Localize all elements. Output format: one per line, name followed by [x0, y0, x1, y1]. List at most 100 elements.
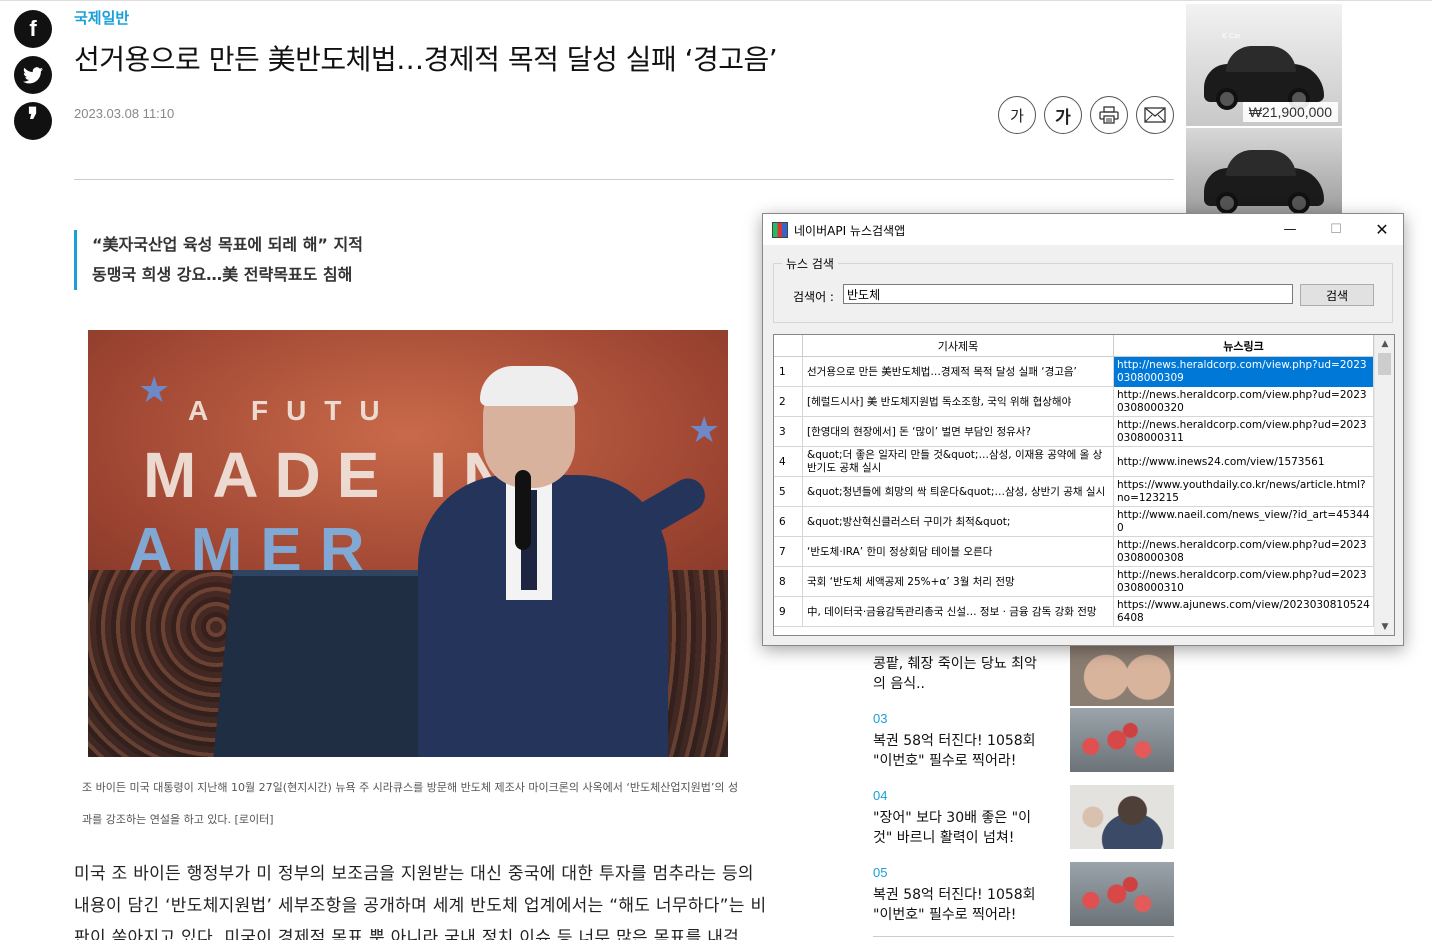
wheel [1216, 192, 1238, 214]
facebook-share-icon[interactable]: f [14, 10, 52, 48]
ranking-item[interactable]: 04 "장어" 보다 30배 좋은 "이것" 바르니 활력이 넘쳐! [873, 785, 1174, 849]
ranking-item[interactable]: 03 복권 58억 터진다! 1058회 "이번호" 필수로 찍어라! [873, 708, 1174, 772]
article-date: 2023.03.08 11:10 [74, 106, 175, 121]
table-row[interactable]: 6 &quot;방산혁신클러스터 구미가 최적&quot; http://www.n… [774, 507, 1374, 537]
car-ad[interactable]: K Car ₩21,900,000 [1186, 4, 1342, 126]
results-grid[interactable]: 기사제목 뉴스링크 1 선거용으로 만든 美반도체법…경제적 목적 달성 실패 ‘… [773, 334, 1395, 636]
article-photo[interactable]: ★ ★ A FUTU MADE IN AMER [88, 330, 728, 757]
news-link-cell[interactable]: http://news.heraldcorp.com/view.php?ud=2… [1114, 357, 1374, 387]
article-headline: 선거용으로 만든 美반도체법…경제적 목적 달성 실패 ‘경고음’ [74, 43, 778, 76]
article-category[interactable]: 국제일반 [74, 7, 129, 28]
article-title-cell[interactable]: [헤럴드시사] 美 반도체지원법 독소조항, 국익 위해 협상해야 [803, 387, 1114, 417]
table-row[interactable]: 4 &quot;더 좋은 일자리 만들 것&quot;…삼성, 이재용 공약에 올… [774, 447, 1374, 477]
grid-header: 기사제목 뉴스링크 [774, 335, 1374, 357]
row-index[interactable]: 5 [774, 477, 803, 507]
ranking-divider [873, 936, 1174, 937]
photo-banner-text: A FUTU [188, 395, 398, 426]
font-decrease-button[interactable]: 가 [998, 96, 1036, 134]
car-ad[interactable] [1186, 128, 1342, 218]
groupbox-label: 뉴스 검색 [782, 255, 838, 272]
news-link-cell[interactable]: http://news.heraldcorp.com/view.php?ud=2… [1114, 387, 1374, 417]
summary-line: 동맹국 희생 강요…美 전략목표도 침해 [92, 265, 353, 284]
table-row[interactable]: 5 &quot;청년들에 희망의 싹 틔운다&quot;…삼성, 상반기 공채 실… [774, 477, 1374, 507]
scroll-thumb[interactable] [1378, 353, 1391, 375]
print-button[interactable] [1090, 96, 1128, 134]
news-link-cell[interactable]: http://news.heraldcorp.com/view.php?ud=2… [1114, 417, 1374, 447]
table-row[interactable]: 3 [한영대의 현장에서] 돈 ‘많이’ 벌면 부담인 정유사? http://ne… [774, 417, 1374, 447]
article-body: 미국 조 바이든 행정부가 미 정부의 보조금을 지원받는 대신 중국에 대한 … [74, 864, 767, 940]
ranking-item[interactable]: 05 복권 58억 터진다! 1058회 "이번호" 필수로 찍어라! [873, 862, 1174, 926]
twitter-share-icon[interactable] [14, 56, 52, 94]
article-title-cell[interactable]: &quot;방산혁신클러스터 구미가 최적&quot; [803, 507, 1114, 537]
header-divider [74, 179, 1174, 180]
article-title-cell[interactable]: 국회 ‘반도체 세액공제 25%+α’ 3월 처리 전망 [803, 567, 1114, 597]
photo-podium [213, 570, 443, 757]
news-link-cell[interactable]: https://www.youthdaily.co.kr/news/articl… [1114, 477, 1374, 507]
search-label: 검색어 : [793, 290, 834, 304]
row-index[interactable]: 6 [774, 507, 803, 537]
article-title-cell[interactable]: 선거용으로 만든 美반도체법…경제적 목적 달성 실패 ‘경고음’ [803, 357, 1114, 387]
wheel [1288, 192, 1310, 214]
article-title-cell[interactable]: &quot;더 좋은 일자리 만들 것&quot;…삼성, 이재용 공약에 올 … [803, 447, 1114, 477]
row-index[interactable]: 7 [774, 537, 803, 567]
rank-thumbnail[interactable] [1070, 642, 1174, 706]
grid-scrollbar[interactable]: ▲ ▼ [1374, 335, 1394, 635]
news-link-cell[interactable]: http://news.heraldcorp.com/view.php?ud=2… [1114, 537, 1374, 567]
article-title-cell[interactable]: [한영대의 현장에서] 돈 ‘많이’ 벌면 부담인 정유사? [803, 417, 1114, 447]
rank-thumbnail[interactable] [1070, 862, 1174, 926]
minimize-button[interactable]: — [1267, 214, 1313, 245]
mail-icon [1144, 107, 1166, 123]
dialog-title: 네이버API 뉴스검색앱 [794, 224, 906, 238]
summary-line: “美자국산업 육성 목표에 되레 해” 지적 [92, 235, 363, 254]
scroll-up-icon[interactable]: ▲ [1375, 335, 1394, 352]
column-header-link[interactable]: 뉴스링크 [1114, 335, 1374, 357]
rank-title[interactable]: "장어" 보다 30배 좋은 "이것" 바르니 활력이 넘쳐! [873, 808, 1048, 848]
rank-title[interactable]: 복권 58억 터진다! 1058회 "이번호" 필수로 찍어라! [873, 885, 1048, 925]
news-search-dialog[interactable]: 네이버API 뉴스검색앱 — ☐ ✕ 뉴스 검색 검색어 : 반도체 검색 기사… [762, 213, 1404, 646]
rank-thumbnail[interactable] [1070, 785, 1174, 849]
table-row[interactable]: 9 中, 데이터국·금융감독관리총국 신설… 정보 · 금융 감독 강화 전망 ht… [774, 597, 1374, 627]
column-header-title[interactable]: 기사제목 [803, 335, 1114, 357]
print-icon [1099, 106, 1119, 124]
row-index[interactable]: 2 [774, 387, 803, 417]
row-index[interactable]: 4 [774, 447, 803, 477]
search-button[interactable]: 검색 [1300, 284, 1374, 306]
scroll-down-icon[interactable]: ▼ [1375, 618, 1394, 635]
rank-thumbnail[interactable] [1070, 708, 1174, 772]
article-summary: “美자국산업 육성 목표에 되레 해” 지적 동맹국 희생 강요…美 전략목표도… [74, 230, 363, 290]
ad-brand-tag: K Car [1222, 32, 1241, 40]
row-index[interactable]: 8 [774, 567, 803, 597]
table-row[interactable]: 8 국회 ‘반도체 세액공제 25%+α’ 3월 처리 전망 http://news… [774, 567, 1374, 597]
ad-price: ₩21,900,000 [1242, 102, 1338, 122]
wheel [1216, 88, 1238, 110]
font-increase-button[interactable]: 가 [1044, 96, 1082, 134]
close-button[interactable]: ✕ [1359, 214, 1405, 245]
column-header-index[interactable] [774, 335, 803, 357]
car-image [1204, 46, 1324, 110]
dialog-titlebar[interactable]: 네이버API 뉴스검색앱 — ☐ ✕ [763, 214, 1403, 245]
row-index[interactable]: 9 [774, 597, 803, 627]
search-input[interactable]: 반도체 [843, 284, 1293, 304]
photo-microphone [515, 470, 531, 550]
news-link-cell[interactable]: https://www.ajunews.com/view/20230308105… [1114, 597, 1374, 627]
row-index[interactable]: 1 [774, 357, 803, 387]
article-title-cell[interactable]: 中, 데이터국·금융감독관리총국 신설… 정보 · 금융 감독 강화 전망 [803, 597, 1114, 627]
car-image [1204, 150, 1324, 214]
news-link-cell[interactable]: http://www.inews24.com/view/1573561 [1114, 447, 1374, 477]
article-title-cell[interactable]: &quot;청년들에 희망의 싹 틔운다&quot;…삼성, 상반기 공채 실시 [803, 477, 1114, 507]
star-decoration: ★ [138, 370, 171, 411]
comment-share-icon[interactable]: ❜ [14, 102, 52, 140]
star-decoration: ★ [688, 410, 721, 451]
app-icon [772, 222, 788, 238]
table-row[interactable]: 2 [헤럴드시사] 美 반도체지원법 독소조항, 국익 위해 협상해야 http:/… [774, 387, 1374, 417]
table-row[interactable]: 1 선거용으로 만든 美반도체법…경제적 목적 달성 실패 ‘경고음’ http:/… [774, 357, 1374, 387]
table-row[interactable]: 7 ‘반도체·IRA’ 한미 정상회담 테이블 오른다 http://news.he… [774, 537, 1374, 567]
news-link-cell[interactable]: http://news.heraldcorp.com/view.php?ud=2… [1114, 567, 1374, 597]
maximize-button[interactable]: ☐ [1313, 214, 1359, 245]
article-title-cell[interactable]: ‘반도체·IRA’ 한미 정상회담 테이블 오른다 [803, 537, 1114, 567]
row-index[interactable]: 3 [774, 417, 803, 447]
rank-title[interactable]: 복권 58억 터진다! 1058회 "이번호" 필수로 찍어라! [873, 731, 1048, 771]
rank-title[interactable]: 콩팥, 췌장 죽이는 당뇨 최악의 음식.. [873, 654, 1048, 694]
email-button[interactable] [1136, 96, 1174, 134]
news-link-cell[interactable]: http://www.naeil.com/news_view/?id_art=4… [1114, 507, 1374, 537]
